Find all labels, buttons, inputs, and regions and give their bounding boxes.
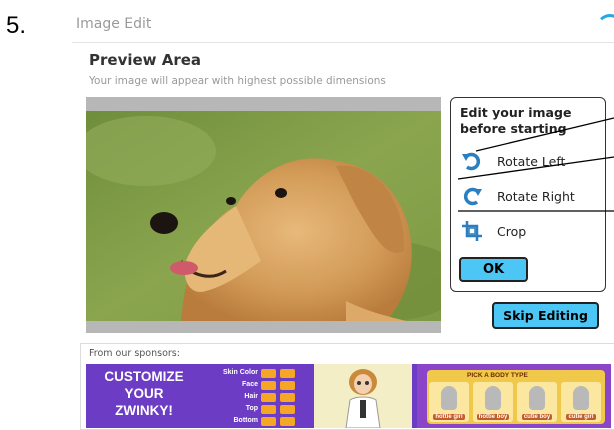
arrow-left-icon <box>261 368 276 378</box>
body-option-hottie-boy[interactable]: hottie boy <box>473 382 513 422</box>
step-number: 5. <box>6 12 27 39</box>
crop-icon <box>459 218 485 244</box>
dialog-title: Image Edit <box>76 16 152 32</box>
preview-image <box>86 111 441 321</box>
ok-button[interactable]: OK <box>459 257 528 282</box>
body-option-hottie-girl[interactable]: hottie girl <box>429 382 469 422</box>
arrow-left-icon <box>261 392 276 402</box>
rotate-right-button[interactable]: Rotate Right <box>459 183 575 209</box>
edit-panel-heading-line2: before starting <box>460 121 567 136</box>
body-option-label: hottie girl <box>433 414 465 420</box>
ad-headline-line3: ZWINKY! <box>115 403 173 418</box>
body-type-header: PICK A BODY TYPE <box>467 372 528 379</box>
arrow-right-icon <box>280 368 295 378</box>
preview-subtext: Your image will appear with highest poss… <box>89 75 386 87</box>
body-option-cutie-boy[interactable]: cutie boy <box>517 382 557 422</box>
loading-arc-icon <box>596 14 614 42</box>
ad-avatar-image <box>314 364 412 428</box>
edit-panel-heading: Edit your image before starting <box>460 105 571 137</box>
ad-body-type-panel: PICK A BODY TYPE hottie girl hottie boy … <box>417 364 611 428</box>
ad-attr-top: Top <box>245 405 258 412</box>
rotate-left-button[interactable]: Rotate Left <box>459 148 565 174</box>
rotate-right-icon <box>459 183 485 209</box>
arrow-left-icon <box>261 380 276 390</box>
body-option-cutie-girl[interactable]: cutie girl <box>561 382 601 422</box>
arrow-right-icon <box>280 392 295 402</box>
ad-headline: CUSTOMIZE YOUR ZWINKY! <box>92 368 196 419</box>
edit-panel: Edit your image before starting Rotate L… <box>450 97 606 292</box>
body-option-label: hottie boy <box>476 414 510 420</box>
ad-arrow-controls <box>261 367 303 427</box>
rotate-right-label: Rotate Right <box>497 188 575 204</box>
ad-headline-line1: CUSTOMIZE <box>104 369 184 384</box>
preview-frame <box>86 97 441 333</box>
arrow-left-icon <box>261 416 276 426</box>
arrow-left-icon <box>261 404 276 414</box>
ad-attr-face: Face <box>242 381 258 388</box>
title-divider <box>72 42 614 43</box>
preview-heading: Preview Area <box>89 51 202 69</box>
ad-attr-hair: Hair <box>244 393 258 400</box>
ad-headline-line2: YOUR <box>124 386 164 401</box>
edit-panel-heading-line1: Edit your image <box>460 105 572 120</box>
ad-attr-bottom: Bottom <box>233 417 259 424</box>
ad-attribute-list: Skin Color Face Hair Top Bottom <box>218 367 258 427</box>
skip-editing-button[interactable]: Skip Editing <box>492 302 599 329</box>
crop-label: Crop <box>497 223 527 239</box>
golden-retriever-photo <box>86 111 441 321</box>
body-option-label: cutie boy <box>521 414 553 420</box>
rotate-left-label: Rotate Left <box>497 153 566 169</box>
sponsor-ad-banner[interactable]: CUSTOMIZE YOUR ZWINKY! Skin Color Face H… <box>86 364 611 428</box>
rotate-left-icon <box>459 148 485 174</box>
ad-attr-skin: Skin Color <box>222 369 258 376</box>
arrow-right-icon <box>280 404 295 414</box>
body-type-card: PICK A BODY TYPE hottie girl hottie boy … <box>427 370 605 424</box>
body-option-label: cutie girl <box>566 414 596 420</box>
crop-button[interactable]: Crop <box>459 218 526 244</box>
arrow-right-icon <box>280 380 295 390</box>
arrow-right-icon <box>280 416 295 426</box>
sponsor-area: From our sponsors: CUSTOMIZE YOUR ZWINKY… <box>80 343 614 430</box>
sponsor-label: From our sponsors: <box>89 348 180 359</box>
